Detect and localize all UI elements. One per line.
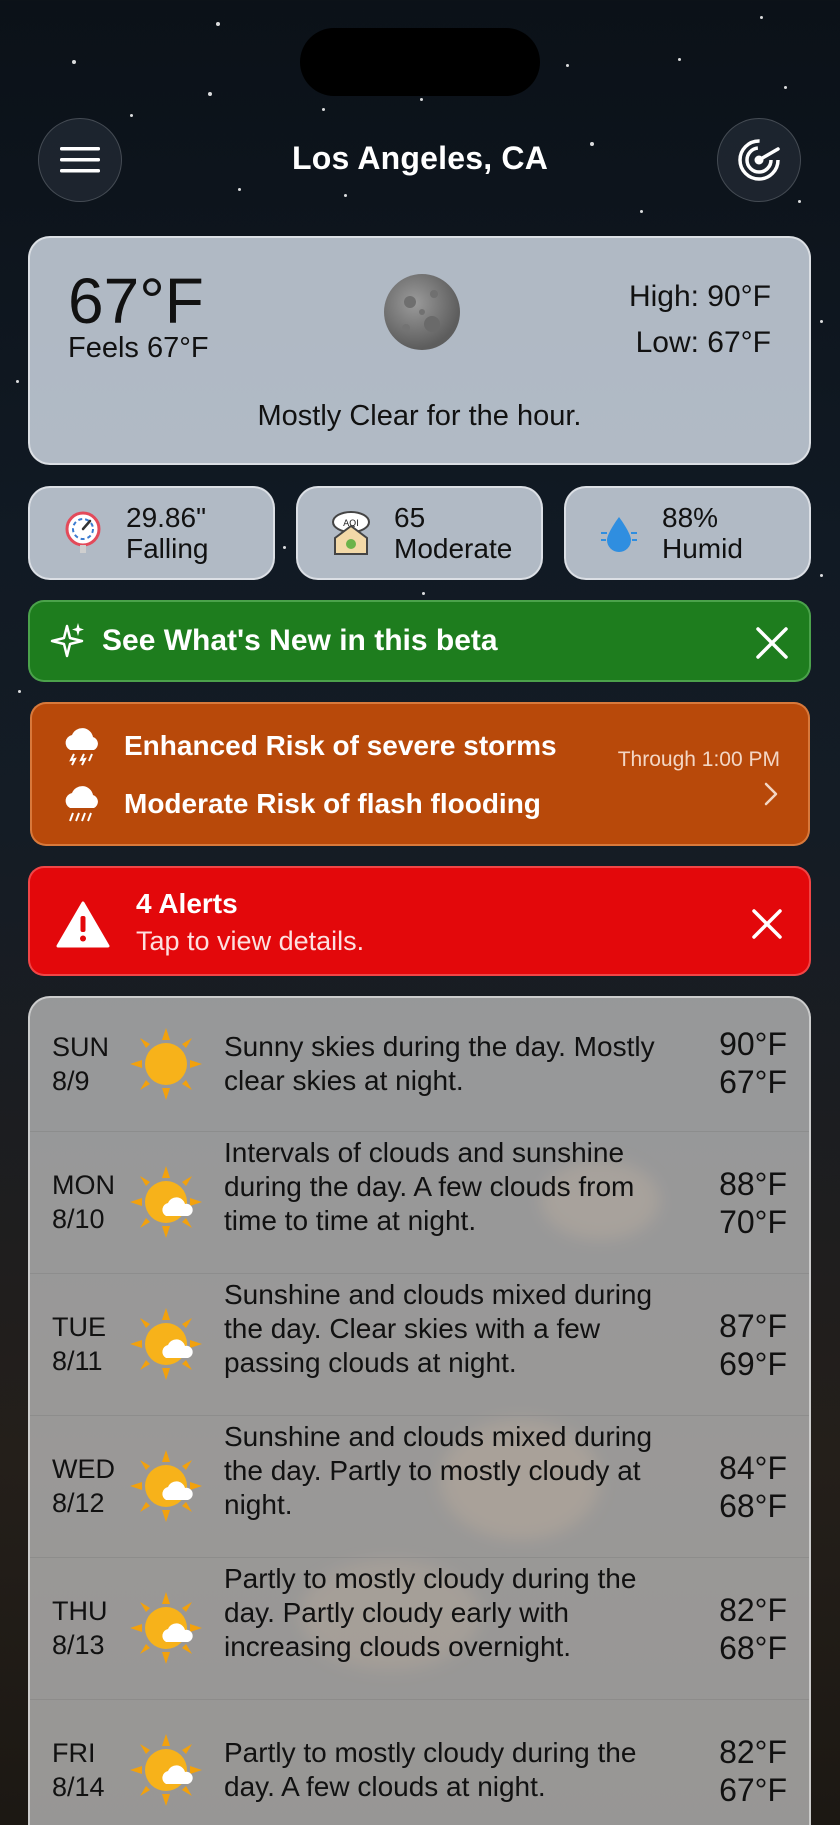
forecast-row[interactable]: THU 8/13 Partly to mostly cloudy during … xyxy=(30,1558,809,1700)
pressure-chip[interactable]: 29.86" Falling xyxy=(28,486,275,580)
low-temperature: Low: 67°F xyxy=(635,326,771,359)
humidity-label: Humid xyxy=(662,533,743,564)
forecast-day: TUE xyxy=(52,1312,106,1342)
rain-cloud-icon xyxy=(65,786,98,822)
moon-icon xyxy=(384,274,460,350)
partly-sunny-icon xyxy=(130,1734,202,1806)
forecast-date: 8/11 xyxy=(52,1346,103,1376)
forecast-day: FRI xyxy=(52,1738,96,1768)
feels-like: Feels 67°F xyxy=(68,332,209,364)
dynamic-island xyxy=(300,28,540,96)
warning-icon xyxy=(56,901,110,948)
partly-sunny-icon xyxy=(130,1166,202,1238)
water-drop-icon xyxy=(601,517,637,552)
partly-sunny-icon xyxy=(130,1308,202,1380)
risk-through-time: Through 1:00 PM xyxy=(617,748,780,771)
forecast-row[interactable]: WED 8/12 Sunshine and clouds mixed durin… xyxy=(30,1416,809,1558)
daily-forecast-list: SUN 8/9 Sunny skies during the day. Most… xyxy=(28,996,811,1825)
forecast-row[interactable]: SUN 8/9 Sunny skies during the day. Most… xyxy=(30,998,809,1132)
forecast-high: 82°F xyxy=(719,1734,787,1770)
forecast-high: 88°F xyxy=(719,1166,787,1202)
humidity-value: 88% xyxy=(662,502,719,533)
alerts-banner[interactable]: 4 Alerts Tap to view details. xyxy=(28,866,811,976)
forecast-description: Partly to mostly cloudy during the day. … xyxy=(224,1563,637,1662)
high-temperature: High: 90°F xyxy=(628,280,771,313)
forecast-date: 8/10 xyxy=(52,1204,105,1234)
partly-sunny-icon xyxy=(130,1450,202,1522)
forecast-description: Partly to mostly cloudy during the day. … xyxy=(224,1737,637,1802)
chevron-right-icon xyxy=(764,782,778,806)
sparkle-icon xyxy=(50,623,84,658)
forecast-low: 69°F xyxy=(719,1346,787,1382)
forecast-day: WED xyxy=(52,1454,115,1484)
city-title: Los Angeles, CA xyxy=(291,140,549,176)
hourly-summary: Mostly Clear for the hour. xyxy=(257,400,582,432)
forecast-low: 67°F xyxy=(719,1064,787,1100)
radar-button[interactable] xyxy=(717,118,801,202)
risk-storms-label: Enhanced Risk of severe storms xyxy=(124,730,557,761)
forecast-date: 8/9 xyxy=(52,1066,90,1096)
forecast-high: 82°F xyxy=(719,1592,787,1628)
sun-icon xyxy=(130,1028,202,1100)
forecast-description: Sunshine and clouds mixed during the day… xyxy=(224,1421,653,1520)
forecast-day: THU xyxy=(52,1596,108,1626)
risk-storms-row: Enhanced Risk of severe storms xyxy=(62,726,557,766)
forecast-low: 70°F xyxy=(719,1204,787,1240)
forecast-day: SUN xyxy=(52,1032,110,1062)
forecast-day: MON xyxy=(52,1170,115,1200)
storm-cloud-icon xyxy=(65,728,98,766)
close-icon xyxy=(756,627,788,659)
forecast-low: 68°F xyxy=(719,1488,787,1524)
forecast-row[interactable]: TUE 8/11 Sunshine and clouds mixed durin… xyxy=(30,1274,809,1416)
forecast-row[interactable]: FRI 8/14 Partly to mostly cloudy during … xyxy=(30,1700,809,1825)
dismiss-alerts-button[interactable] xyxy=(747,904,787,944)
severe-risk-banner[interactable]: Enhanced Risk of severe storms Moderate … xyxy=(30,702,810,846)
pressure-value: 29.86" xyxy=(126,502,207,533)
close-icon xyxy=(752,909,782,939)
forecast-row[interactable]: MON 8/10 Intervals of clouds and sunshin… xyxy=(30,1132,809,1274)
dismiss-beta-button[interactable] xyxy=(751,622,793,664)
forecast-high: 90°F xyxy=(719,1026,787,1062)
air-quality-chip[interactable]: AQI 65 Moderate xyxy=(296,486,543,580)
risk-flooding-row: Moderate Risk of flash flooding xyxy=(62,784,541,824)
whats-new-title: See What's New in this beta xyxy=(102,624,498,657)
whats-new-banner[interactable]: See What's New in this beta xyxy=(28,600,811,682)
forecast-date: 8/13 xyxy=(52,1630,105,1660)
alerts-count: 4 Alerts xyxy=(136,888,238,919)
aqi-house-icon: AQI xyxy=(332,511,370,555)
aqi-level: Moderate xyxy=(394,533,513,564)
forecast-high: 87°F xyxy=(719,1308,787,1344)
alerts-subtitle: Tap to view details. xyxy=(136,926,365,956)
pressure-trend: Falling xyxy=(126,533,209,564)
forecast-low: 68°F xyxy=(719,1630,787,1666)
forecast-high: 84°F xyxy=(719,1450,787,1486)
current-temperature: 67°F xyxy=(68,265,204,337)
aqi-value: 65 xyxy=(394,502,426,533)
risk-flooding-label: Moderate Risk of flash flooding xyxy=(124,788,541,819)
forecast-low: 67°F xyxy=(719,1772,787,1808)
forecast-date: 8/14 xyxy=(52,1772,105,1802)
current-conditions-card[interactable]: 67°F Feels 67°F High: 90°F Low: 67°F Mos… xyxy=(28,236,811,465)
forecast-description: Sunny skies during the day. Mostly clear… xyxy=(224,1031,655,1096)
forecast-description: Intervals of clouds and sunshine during … xyxy=(224,1137,635,1236)
barometer-icon xyxy=(65,511,101,553)
radar-icon xyxy=(738,139,780,181)
partly-sunny-icon xyxy=(130,1592,202,1664)
humidity-chip[interactable]: 88% Humid xyxy=(564,486,811,580)
forecast-description: Sunshine and clouds mixed during the day… xyxy=(224,1279,653,1378)
forecast-date: 8/12 xyxy=(52,1488,105,1518)
